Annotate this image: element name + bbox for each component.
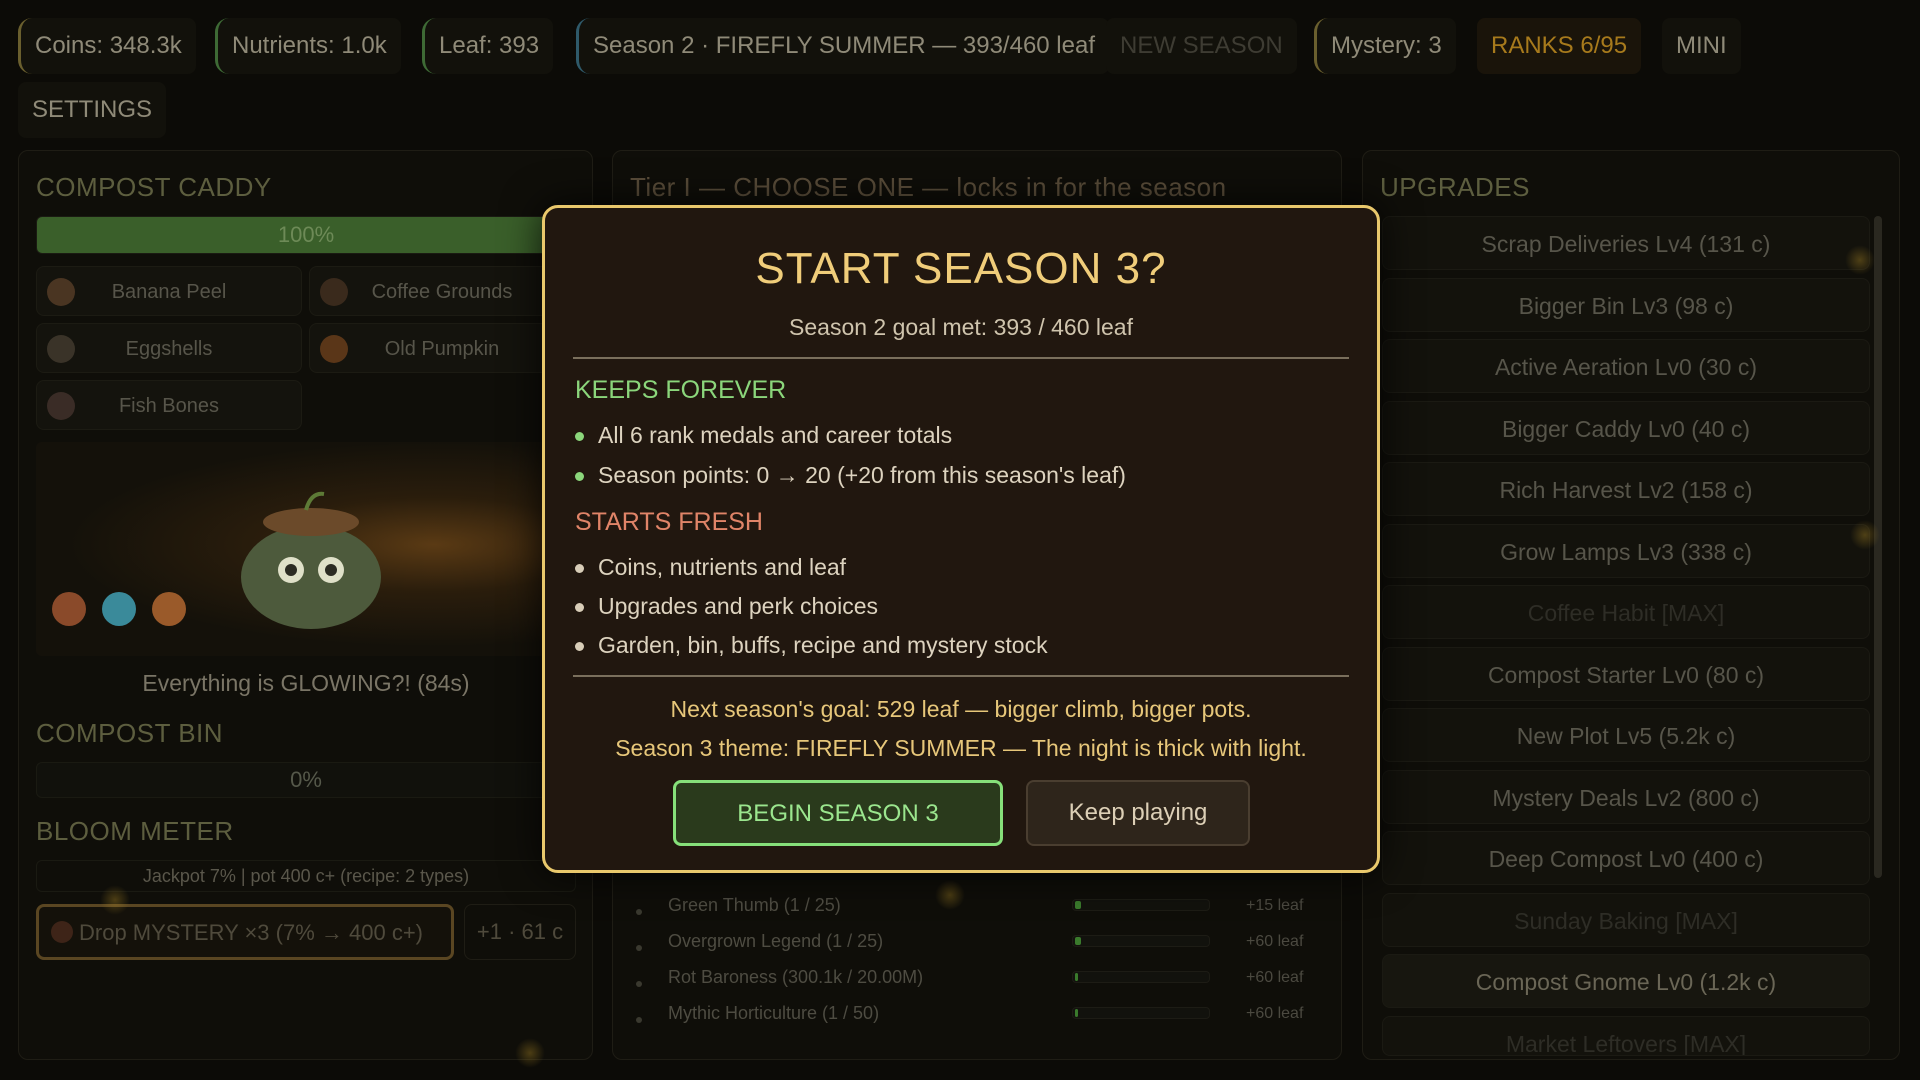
- bin-progress-bar: 0%: [36, 762, 576, 798]
- theme-note: Season 3 theme: FIREFLY SUMMER — The nig…: [615, 735, 1307, 761]
- keeps-forever-heading: KEEPS FOREVER: [575, 376, 787, 404]
- upgrade-item[interactable]: Rich Harvest Lv2 (158 c): [1382, 462, 1870, 516]
- compost-mascot-icon: [241, 491, 381, 629]
- medal-icon: [102, 592, 136, 626]
- firefly-decoration: [100, 885, 130, 915]
- firefly-decoration: [1850, 520, 1880, 550]
- begin-season-button[interactable]: BEGIN SEASON 3: [673, 780, 1003, 846]
- caddy-item-label: Eggshells: [125, 338, 213, 360]
- coins-counter: Coins: 348.3k: [18, 18, 196, 74]
- tier-row-label: Rot Baroness (300.1k / 20.00M): [668, 967, 924, 987]
- caddy-item[interactable]: Eggshells: [36, 323, 302, 373]
- upgrades-scrollbar[interactable]: [1874, 216, 1882, 878]
- next-goal-note: Next season's goal: 529 leaf — bigger cl…: [670, 696, 1252, 722]
- bloom-title: BLOOM METER: [36, 816, 234, 846]
- upgrade-item[interactable]: Bigger Bin Lv3 (98 c): [1382, 278, 1870, 332]
- plus-one-button[interactable]: +1 · 61 c: [464, 904, 576, 960]
- caddy-item-label: Coffee Grounds: [371, 281, 513, 303]
- caddy-item-label: Old Pumpkin: [384, 338, 500, 360]
- tier-progress: [1072, 1007, 1210, 1019]
- caddy-item-label: Fish Bones: [118, 395, 220, 417]
- firefly-decoration: [515, 1038, 545, 1068]
- caddy-item[interactable]: Coffee Grounds: [309, 266, 575, 316]
- drop-mystery-button[interactable]: Drop MYSTERY ×3 (7% → 400 c+): [36, 904, 454, 960]
- new-season-button[interactable]: NEW SEASON: [1106, 18, 1297, 74]
- upgrade-item: Market Leftovers [MAX]: [1382, 1016, 1870, 1056]
- nutrients-counter: Nutrients: 1.0k: [215, 18, 401, 74]
- bullet-icon: [575, 472, 584, 482]
- keeps-item-text: Season points: 0 → 20 (+20 from this sea…: [598, 462, 1126, 488]
- bullet-icon: [636, 981, 642, 987]
- keeps-item: Season points: 0 → 20 (+20 from this sea…: [575, 462, 1126, 489]
- fresh-item-text: Upgrades and perk choices: [598, 593, 878, 619]
- tier-progress: [1072, 971, 1210, 983]
- upgrade-item[interactable]: Scrap Deliveries Lv4 (131 c): [1382, 216, 1870, 270]
- keeps-item: All 6 rank medals and career totals: [575, 422, 952, 449]
- compost-scene: [36, 442, 546, 656]
- tier-reward: +60 leaf: [1246, 933, 1304, 950]
- fresh-item: Coins, nutrients and leaf: [575, 554, 846, 581]
- drop-mystery-label: Drop MYSTERY ×3 (7% → 400 c+): [79, 920, 423, 945]
- keeps-item-text: All 6 rank medals and career totals: [598, 422, 953, 448]
- caddy-item[interactable]: Old Pumpkin: [309, 323, 575, 373]
- upgrade-item: Coffee Habit [MAX]: [1382, 585, 1870, 639]
- bullet-icon: [575, 564, 584, 574]
- mystery-counter: Mystery: 3: [1314, 18, 1456, 74]
- caddy-title: COMPOST CADDY: [36, 172, 272, 202]
- tier-title: Tier I — CHOOSE ONE — locks in for the s…: [630, 172, 1227, 202]
- tier-progress: [1072, 935, 1210, 947]
- tier-reward: +15 leaf: [1246, 897, 1304, 914]
- upgrade-item: Sunday Baking [MAX]: [1382, 893, 1870, 947]
- bullet-icon: [636, 909, 642, 915]
- medal-icon: [152, 592, 186, 626]
- settings-button[interactable]: SETTINGS: [18, 82, 167, 138]
- bullet-icon: [575, 603, 584, 613]
- fresh-item-text: Coins, nutrients and leaf: [598, 554, 847, 580]
- firefly-decoration: [1845, 245, 1875, 275]
- upgrade-item[interactable]: Compost Gnome Lv0 (1.2k c): [1382, 954, 1870, 1008]
- starts-fresh-heading: STARTS FRESH: [575, 508, 763, 536]
- fresh-item: Garden, bin, buffs, recipe and mystery s…: [575, 632, 1048, 659]
- season-progress: Season 2 · FIREFLY SUMMER — 393/460 leaf: [576, 18, 1109, 74]
- divider: [573, 675, 1349, 677]
- leaf-counter: Leaf: 393: [422, 18, 554, 74]
- start-season-dialog: START SEASON 3? Season 2 goal met: 393 /…: [542, 205, 1380, 873]
- keep-playing-button[interactable]: Keep playing: [1026, 780, 1250, 846]
- dialog-subtitle: Season 2 goal met: 393 / 460 leaf: [789, 314, 1133, 340]
- upgrade-item[interactable]: Mystery Deals Lv2 (800 c): [1382, 770, 1870, 824]
- medal-icon: [52, 592, 86, 626]
- ranks-button[interactable]: RANKS 6/95: [1477, 18, 1642, 74]
- bullet-icon: [575, 642, 584, 652]
- bullet-icon: [575, 432, 584, 442]
- upgrade-item[interactable]: Bigger Caddy Lv0 (40 c): [1382, 401, 1870, 455]
- upgrade-item[interactable]: Active Aeration Lv0 (30 c): [1382, 339, 1870, 393]
- bin-title: COMPOST BIN: [36, 718, 224, 748]
- caddy-status: Everything is GLOWING?! (84s): [142, 670, 470, 696]
- tier-reward: +60 leaf: [1246, 1005, 1304, 1022]
- caddy-item[interactable]: Banana Peel: [36, 266, 302, 316]
- caddy-item[interactable]: Fish Bones: [36, 380, 302, 430]
- tier-row-label: Mythic Horticulture (1 / 50): [668, 1003, 880, 1023]
- fresh-item: Upgrades and perk choices: [575, 593, 878, 620]
- mini-button[interactable]: MINI: [1662, 18, 1741, 74]
- divider: [573, 357, 1349, 359]
- tier-row-label: Green Thumb (1 / 25): [668, 895, 841, 915]
- dialog-title: START SEASON 3?: [755, 244, 1167, 293]
- mystery-icon: [51, 921, 73, 943]
- tier-progress: [1072, 899, 1210, 911]
- upgrade-item[interactable]: New Plot Lv5 (5.2k c): [1382, 708, 1870, 762]
- upgrade-item[interactable]: Deep Compost Lv0 (400 c): [1382, 831, 1870, 885]
- tier-reward: +60 leaf: [1246, 969, 1304, 986]
- caddy-progress-bar: 100%: [36, 216, 576, 254]
- caddy-item-label: Banana Peel: [111, 281, 227, 303]
- tier-row-label: Overgrown Legend (1 / 25): [668, 931, 884, 951]
- upgrade-item[interactable]: Compost Starter Lv0 (80 c): [1382, 647, 1870, 701]
- upgrade-item[interactable]: Grow Lamps Lv3 (338 c): [1382, 524, 1870, 578]
- bullet-icon: [636, 945, 642, 951]
- firefly-decoration: [935, 880, 965, 910]
- bullet-icon: [636, 1017, 642, 1023]
- fresh-item-text: Garden, bin, buffs, recipe and mystery s…: [598, 632, 1048, 658]
- upgrades-title: UPGRADES: [1380, 172, 1530, 202]
